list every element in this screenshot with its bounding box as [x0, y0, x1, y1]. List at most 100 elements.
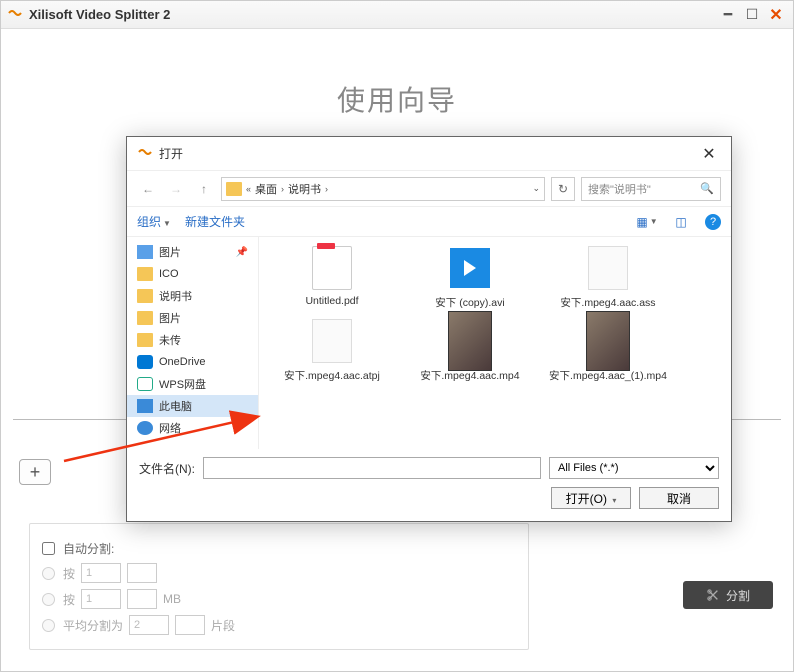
dialog-app-icon: [137, 146, 153, 162]
dialog-sidebar: 图片📌ICO说明书图片未传OneDriveWPS网盘此电脑网络: [127, 237, 259, 449]
breadcrumb[interactable]: « 桌面 › 说明书 › ⌄: [221, 177, 545, 201]
chevron-icon: ›: [325, 184, 328, 194]
split-by-label: 按: [63, 565, 75, 582]
file-item-1[interactable]: 安下 (copy).avi: [405, 243, 535, 310]
size-unit-select[interactable]: [127, 589, 157, 609]
file-item-4[interactable]: 安下.mpeg4.aac.mp4: [405, 316, 535, 383]
sidebar-item-label: 未传: [159, 332, 181, 348]
preview-pane-button[interactable]: ◫: [671, 213, 691, 231]
sidebar-item-2[interactable]: 说明书: [127, 285, 258, 307]
split-time-input[interactable]: [81, 563, 121, 583]
file-thumbnail: [302, 243, 362, 293]
sidebar-item-0[interactable]: 图片📌: [127, 241, 258, 263]
fi-folder-icon: [137, 333, 153, 347]
dialog-footer: 文件名(N): All Files (*.*) 打开(O) ▾ 取消: [127, 449, 731, 521]
nav-back-button[interactable]: ←: [137, 178, 159, 200]
auto-split-header: 自动分割:: [42, 540, 516, 557]
sidebar-item-label: 此电脑: [159, 398, 192, 414]
split-by-size-row: 按 MB: [42, 589, 516, 609]
nav-forward-button[interactable]: →: [165, 178, 187, 200]
file-area[interactable]: Untitled.pdf安下 (copy).avi 安下.mpeg4.aac.as…: [259, 237, 731, 449]
auto-split-checkbox[interactable]: [42, 542, 55, 555]
wizard-heading: 使用向导: [13, 79, 781, 119]
file-item-0[interactable]: Untitled.pdf: [267, 243, 397, 310]
split-size-input[interactable]: [81, 589, 121, 609]
new-folder-button[interactable]: 新建文件夹: [185, 213, 245, 230]
split-button[interactable]: 分割: [683, 581, 773, 609]
sidebar-item-label: 图片: [159, 310, 181, 326]
file-name-label: 安下.mpeg4.aac.atpj: [284, 368, 380, 383]
fi-cloud-icon: [137, 355, 153, 369]
breadcrumb-seg1[interactable]: 桌面: [255, 181, 277, 197]
search-input[interactable]: 搜索"说明书" 🔍: [581, 177, 721, 201]
file-item-3[interactable]: 安下.mpeg4.aac.atpj: [267, 316, 397, 383]
dialog-titlebar: 打开 ✕: [127, 137, 731, 171]
split-average-row: 平均分割为 片段: [42, 615, 516, 635]
sidebar-item-8[interactable]: 网络: [127, 417, 258, 439]
split-average-label: 平均分割为: [63, 617, 123, 634]
titlebar: Xilisoft Video Splitter 2 ━ ☐ ✕: [1, 1, 793, 29]
filename-input[interactable]: [203, 457, 541, 479]
segments-unit-label: 片段: [211, 617, 235, 634]
dialog-toolbar: 组织▼ 新建文件夹 ▦▼ ◫ ?: [127, 207, 731, 237]
dialog-title: 打开: [159, 145, 183, 162]
breadcrumb-seg2[interactable]: 说明书: [288, 181, 321, 197]
sidebar-item-label: 图片: [159, 244, 181, 260]
file-filter-select[interactable]: All Files (*.*): [549, 457, 719, 479]
auto-split-title: 自动分割:: [63, 540, 114, 557]
dialog-close-button[interactable]: ✕: [697, 144, 721, 164]
fi-folder-icon: [137, 311, 153, 325]
sidebar-item-6[interactable]: WPS网盘: [127, 373, 258, 395]
cancel-button[interactable]: 取消: [639, 487, 719, 509]
file-thumbnail: [302, 316, 362, 366]
file-name-label: 安下.mpeg4.aac_(1).mp4: [549, 368, 667, 383]
search-icon: 🔍: [700, 182, 714, 195]
dialog-body: 图片📌ICO说明书图片未传OneDriveWPS网盘此电脑网络 Untitled…: [127, 237, 731, 449]
sidebar-item-label: 说明书: [159, 288, 192, 304]
breadcrumb-dropdown-icon[interactable]: ⌄: [532, 183, 540, 194]
file-name-label: 安下.mpeg4.aac.ass: [560, 295, 655, 310]
fi-folder-icon: [137, 267, 153, 281]
split-by-time-radio[interactable]: [42, 567, 55, 580]
nav-up-button[interactable]: ↑: [193, 178, 215, 200]
app-title: Xilisoft Video Splitter 2: [29, 7, 715, 22]
sidebar-item-5[interactable]: OneDrive: [127, 351, 258, 373]
sidebar-item-label: OneDrive: [159, 356, 205, 368]
sidebar-item-label: ICO: [159, 268, 179, 280]
file-item-5[interactable]: 安下.mpeg4.aac_(1).mp4: [543, 316, 673, 383]
scissors-icon: [706, 588, 720, 602]
file-item-2[interactable]: 安下.mpeg4.aac.ass: [543, 243, 673, 310]
app-icon: [7, 7, 23, 23]
sidebar-item-1[interactable]: ICO: [127, 263, 258, 285]
sidebar-item-7[interactable]: 此电脑: [127, 395, 258, 417]
sidebar-item-label: WPS网盘: [159, 376, 206, 392]
folder-icon: [226, 182, 242, 196]
file-thumbnail: [578, 243, 638, 293]
segments-spinner[interactable]: [175, 615, 205, 635]
time-unit-select[interactable]: [127, 563, 157, 583]
search-placeholder: 搜索"说明书": [588, 181, 651, 197]
open-button[interactable]: 打开(O) ▾: [551, 487, 631, 509]
fi-pc-icon: [137, 399, 153, 413]
file-open-dialog: 打开 ✕ ← → ↑ « 桌面 › 说明书 › ⌄ ↻ 搜索"说明书" 🔍 组织…: [126, 136, 732, 522]
minimize-button[interactable]: ━: [717, 6, 739, 24]
size-unit-label: MB: [163, 592, 181, 606]
sidebar-item-3[interactable]: 图片: [127, 307, 258, 329]
add-button[interactable]: +: [19, 459, 51, 485]
view-mode-button[interactable]: ▦▼: [637, 213, 657, 231]
split-average-radio[interactable]: [42, 619, 55, 632]
organize-menu[interactable]: 组织▼: [137, 213, 171, 230]
split-segments-input[interactable]: [129, 615, 169, 635]
filename-row: 文件名(N): All Files (*.*): [139, 457, 719, 479]
refresh-button[interactable]: ↻: [551, 177, 575, 201]
help-button[interactable]: ?: [705, 214, 721, 230]
auto-split-panel: 自动分割: 按 按 MB 平均分割为 片段: [29, 523, 529, 650]
split-by-size-radio[interactable]: [42, 593, 55, 606]
maximize-button[interactable]: ☐: [741, 6, 763, 24]
close-button[interactable]: ✕: [765, 6, 787, 24]
fi-cloud2-icon: [137, 377, 153, 391]
fi-folder-icon: [137, 289, 153, 303]
fi-pic-icon: [137, 245, 153, 259]
sidebar-item-4[interactable]: 未传: [127, 329, 258, 351]
chevron-icon: ›: [281, 184, 284, 194]
